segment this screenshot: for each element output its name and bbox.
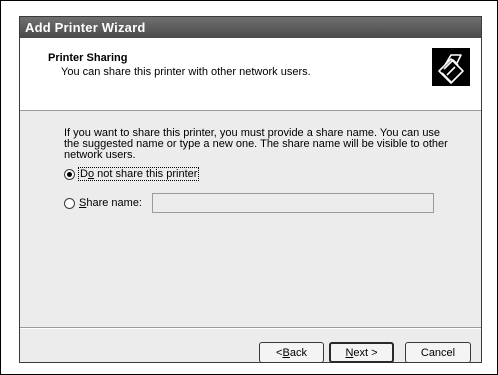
title-bar: Add Printer Wizard bbox=[20, 17, 481, 38]
cancel-button[interactable]: Cancel bbox=[405, 342, 471, 363]
share-name-label[interactable]: Share name: bbox=[79, 197, 142, 209]
share-description: If you want to share this printer, you m… bbox=[64, 127, 448, 161]
window-title: Add Printer Wizard bbox=[25, 20, 146, 35]
footer-divider bbox=[20, 327, 481, 329]
wizard-header: Printer Sharing You can share this print… bbox=[20, 38, 481, 111]
share-name-option[interactable]: Share name: bbox=[64, 195, 142, 211]
back-button[interactable]: < Back bbox=[259, 342, 324, 363]
do-not-share-radio[interactable] bbox=[64, 168, 75, 180]
header-title: Printer Sharing bbox=[48, 52, 128, 64]
next-button[interactable]: Next > bbox=[329, 342, 394, 363]
share-name-input[interactable] bbox=[152, 193, 434, 213]
printer-sharing-icon bbox=[432, 48, 470, 86]
share-name-radio[interactable] bbox=[64, 197, 75, 209]
add-printer-wizard-window: Add Printer Wizard Printer Sharing You c… bbox=[19, 16, 482, 363]
do-not-share-option[interactable]: Do not share this printer bbox=[64, 166, 200, 182]
header-subtitle: You can share this printer with other ne… bbox=[61, 66, 311, 78]
do-not-share-label[interactable]: Do not share this printer bbox=[77, 167, 200, 181]
